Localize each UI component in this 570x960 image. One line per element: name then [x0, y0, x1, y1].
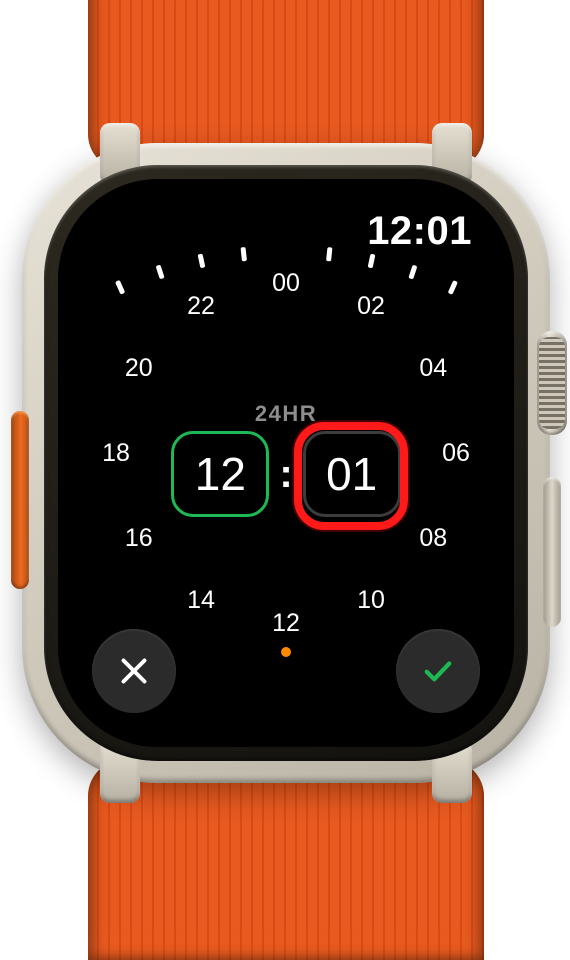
24hr-label: 24HR	[78, 401, 494, 427]
time-separator: :	[279, 452, 292, 497]
action-buttons	[92, 629, 480, 713]
dial-hour-label: 00	[259, 269, 313, 298]
close-icon	[116, 653, 152, 689]
watch-case: 12:01 000204060810121416182022 24HR 12 :…	[22, 143, 550, 783]
cancel-button[interactable]	[92, 629, 176, 713]
dial-hour-label: 22	[174, 292, 228, 321]
dial-hour-label: 10	[344, 586, 398, 615]
dial-hour-label: 04	[406, 354, 460, 383]
dial-hour-label: 02	[344, 292, 398, 321]
dial-hour-label: 14	[174, 586, 228, 615]
digital-crown[interactable]	[537, 331, 567, 435]
side-button[interactable]	[543, 477, 561, 627]
dial-hour-label: 08	[406, 524, 460, 553]
minutes-field[interactable]: 01	[303, 431, 401, 517]
confirm-button[interactable]	[396, 629, 480, 713]
watch-band-bottom	[88, 760, 484, 960]
action-button[interactable]	[11, 411, 29, 589]
dial-hour-label: 16	[112, 524, 166, 553]
dial-hour-label: 20	[112, 354, 166, 383]
time-picker-dial[interactable]: 000204060810121416182022 24HR 12 : 01	[78, 245, 494, 661]
hours-field[interactable]: 12	[171, 431, 269, 517]
time-value-pair: 12 : 01	[78, 431, 494, 517]
watch-screen: 12:01 000204060810121416182022 24HR 12 :…	[58, 179, 514, 747]
check-icon	[420, 653, 456, 689]
watch-bezel: 12:01 000204060810121416182022 24HR 12 :…	[44, 165, 528, 761]
